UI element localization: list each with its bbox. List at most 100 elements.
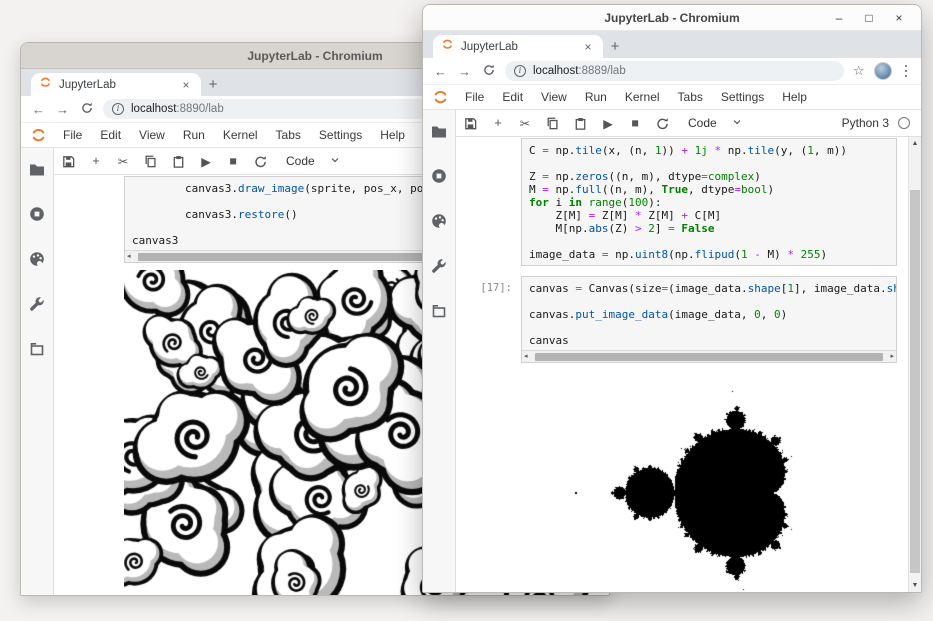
front-notebook-toolbar: + ✂ ▶ ■ Code Python 3 [456, 110, 921, 137]
run-cell-icon[interactable]: ▶ [199, 154, 213, 169]
code-lines: C = np.tile(x, (n, 1)) + 1j * np.tile(y,… [529, 144, 896, 261]
chevron-down-icon [329, 154, 341, 169]
front-tab-strip: JupyterLab × + [423, 31, 921, 58]
scroll-down-icon[interactable]: ▼ [909, 582, 921, 589]
minimize-icon[interactable]: – [829, 11, 849, 25]
back-arrow-icon[interactable]: ← [433, 64, 448, 79]
menu-edit[interactable]: Edit [493, 90, 532, 104]
scroll-right-icon[interactable]: ▸ [890, 353, 894, 360]
vscroll-thumb[interactable] [910, 190, 920, 573]
site-info-icon[interactable]: i [112, 103, 124, 115]
menu-view[interactable]: View [130, 128, 174, 142]
copy-cells-icon[interactable] [143, 154, 158, 169]
mandelbrot-output-canvas [464, 369, 884, 592]
menu-edit[interactable]: Edit [91, 128, 130, 142]
menu-run[interactable]: Run [576, 90, 616, 104]
maximize-icon[interactable]: □ [859, 11, 879, 25]
cell-type-dropdown[interactable]: Code [286, 154, 341, 169]
back-browser-tab[interactable]: JupyterLab × [31, 73, 201, 96]
cut-cells-icon[interactable]: ✂ [116, 154, 130, 169]
open-tabs-icon[interactable] [430, 302, 448, 320]
tab-label: JupyterLab [59, 79, 172, 91]
cell-prompt [456, 138, 521, 266]
tab-label: JupyterLab [461, 41, 574, 53]
kernel-name: Python 3 [842, 116, 889, 130]
forward-arrow-icon[interactable]: → [457, 64, 472, 79]
menu-tabs[interactable]: Tabs [267, 128, 310, 142]
new-tab-button[interactable]: + [201, 73, 225, 96]
paste-cells-icon[interactable] [171, 154, 186, 169]
profile-avatar[interactable] [874, 62, 892, 80]
new-tab-button[interactable]: + [603, 35, 627, 58]
cell-output-area [456, 369, 921, 592]
code-editor[interactable]: canvas = Canvas(size=(image_data.shape[1… [521, 276, 897, 363]
menu-file[interactable]: File [54, 128, 91, 142]
forward-arrow-icon[interactable]: → [55, 102, 70, 117]
menu-kernel[interactable]: Kernel [214, 128, 267, 142]
run-cell-icon[interactable]: ▶ [601, 116, 615, 131]
window-controls: – □ × [829, 11, 921, 25]
running-kernels-icon[interactable] [430, 167, 448, 185]
bookmark-star-icon[interactable]: ☆ [853, 63, 865, 79]
restart-kernel-icon[interactable] [253, 154, 268, 169]
cell-prompt [54, 176, 124, 263]
menu-view[interactable]: View [532, 90, 576, 104]
menu-kernel[interactable]: Kernel [616, 90, 669, 104]
cell-type-dropdown[interactable]: Code [688, 116, 743, 131]
menu-settings[interactable]: Settings [712, 90, 773, 104]
front-url-row: ← → i localhost:8889/lab ☆ [423, 58, 921, 85]
close-icon[interactable]: × [889, 11, 909, 25]
command-palette-icon[interactable] [430, 212, 448, 230]
tab-close-icon[interactable]: × [581, 40, 595, 54]
notebook-vscrollbar[interactable]: ▲ ▼ [908, 137, 921, 592]
menu-file[interactable]: File [456, 90, 493, 104]
kernel-status-icon[interactable] [898, 117, 910, 129]
mandelbrot-code-cell: C = np.tile(x, (n, 1)) + 1j * np.tile(y,… [456, 138, 921, 266]
tab-close-icon[interactable]: × [179, 78, 193, 92]
insert-cell-icon[interactable]: + [491, 116, 505, 130]
file-browser-icon[interactable] [28, 160, 46, 178]
restart-kernel-icon[interactable] [655, 116, 670, 131]
menu-settings[interactable]: Settings [310, 128, 371, 142]
back-left-sidebar [21, 148, 54, 595]
running-kernels-icon[interactable] [28, 205, 46, 223]
menu-help[interactable]: Help [371, 128, 414, 142]
save-icon[interactable] [61, 154, 76, 169]
jupyter-favicon-icon [441, 38, 454, 56]
back-arrow-icon[interactable]: ← [31, 102, 46, 117]
front-browser-tab[interactable]: JupyterLab × [433, 35, 603, 58]
property-inspector-icon[interactable] [28, 295, 46, 313]
property-inspector-icon[interactable] [430, 257, 448, 275]
stop-kernel-icon[interactable]: ■ [226, 154, 240, 168]
scroll-left-icon[interactable]: ◂ [524, 353, 528, 360]
save-icon[interactable] [463, 116, 478, 131]
site-info-icon[interactable]: i [514, 65, 526, 77]
menu-run[interactable]: Run [174, 128, 214, 142]
chevron-down-icon [731, 116, 743, 131]
hscroll-thumb[interactable] [535, 353, 883, 361]
jupyter-logo-icon [30, 127, 47, 144]
copy-cells-icon[interactable] [545, 116, 560, 131]
code-lines: canvas = Canvas(size=(image_data.shape[1… [529, 282, 896, 347]
open-tabs-icon[interactable] [28, 340, 46, 358]
file-browser-icon[interactable] [430, 122, 448, 140]
cut-cells-icon[interactable]: ✂ [518, 116, 532, 131]
stop-kernel-icon[interactable]: ■ [628, 116, 642, 130]
address-bar[interactable]: i localhost:8889/lab [505, 61, 844, 81]
insert-cell-icon[interactable]: + [89, 154, 103, 168]
cell-type-value: Code [688, 116, 717, 130]
browser-menu-icon[interactable] [901, 65, 912, 78]
cell-hscrollbar[interactable]: ◂ ▸ [522, 350, 896, 362]
url-text: localhost:8890/lab [131, 103, 224, 115]
reload-icon[interactable] [79, 101, 94, 118]
code-editor[interactable]: C = np.tile(x, (n, 1)) + 1j * np.tile(y,… [521, 138, 897, 266]
scroll-left-icon[interactable]: ◂ [127, 253, 131, 260]
cell-prompt: [17]: [456, 276, 521, 363]
menu-tabs[interactable]: Tabs [669, 90, 712, 104]
menu-help[interactable]: Help [773, 90, 816, 104]
paste-cells-icon[interactable] [573, 116, 588, 131]
command-palette-icon[interactable] [28, 250, 46, 268]
front-window-titlebar[interactable]: JupyterLab - Chromium – □ × [423, 5, 921, 31]
scroll-up-icon[interactable]: ▲ [909, 140, 921, 147]
reload-icon[interactable] [481, 63, 496, 80]
